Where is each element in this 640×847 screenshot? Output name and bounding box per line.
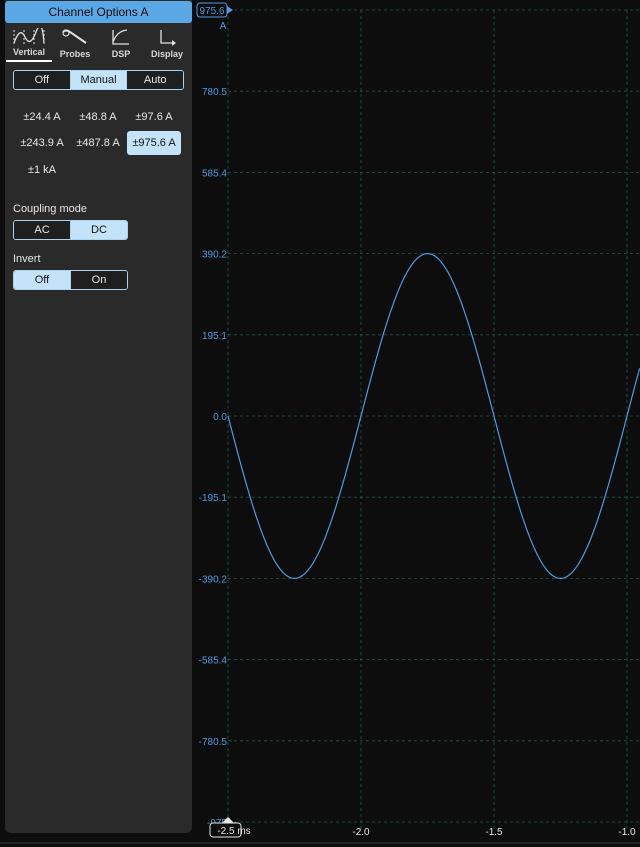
vertical-icon	[13, 28, 45, 44]
y-tick-label: -195.1	[199, 493, 228, 504]
y-tick-label: 195.1	[202, 331, 227, 342]
x-start-label: -2.5 ms	[217, 826, 250, 837]
y-tick-label: 390.2	[202, 250, 227, 261]
x-axis-labels: -2.0 -1.5 -1.0	[352, 827, 636, 838]
x-tick-label: -2.0	[352, 827, 370, 838]
x-tick-label: -1.5	[485, 827, 503, 838]
y-unit-label: A	[220, 21, 227, 32]
channel-options-panel: Channel Options A Vertical Probes DSP Di…	[5, 0, 192, 833]
range-mode-auto[interactable]: Auto	[126, 71, 183, 89]
coupling-mode-label: Coupling mode	[13, 203, 87, 215]
range-mode-manual[interactable]: Manual	[69, 71, 127, 89]
invert-on[interactable]: On	[70, 271, 127, 289]
range-option-selected[interactable]: ±975.6 A	[127, 131, 181, 155]
y-tick-label: -780.5	[199, 737, 228, 748]
range-option[interactable]: ±24.4 A	[15, 105, 69, 129]
tab-probes[interactable]: Probes	[52, 26, 98, 62]
invert-label: Invert	[13, 253, 41, 265]
range-option[interactable]: ±48.8 A	[71, 105, 125, 129]
tab-dsp-label: DSP	[111, 49, 131, 59]
panel-title[interactable]: Channel Options A	[5, 1, 192, 23]
tab-vertical-label: Vertical	[12, 47, 46, 57]
range-option[interactable]: ±1 kA	[15, 158, 69, 182]
tab-dsp[interactable]: DSP	[98, 26, 144, 62]
x-tick-label: -1.0	[618, 827, 636, 838]
y-tick-label: 780.5	[202, 87, 227, 98]
dsp-icon	[112, 29, 129, 45]
invert-selector: Off On	[13, 270, 128, 290]
coupling-ac[interactable]: AC	[14, 221, 70, 239]
y-axis-labels: 780.5 585.4 390.2 195.1 0.0 -195.1 -390.2 -585.…	[199, 87, 228, 829]
y-range-marker[interactable]: 975.6	[196, 2, 233, 18]
y-tick-label: 585.4	[202, 168, 227, 179]
coupling-dc[interactable]: DC	[70, 221, 127, 239]
tab-display[interactable]: Display	[144, 26, 190, 62]
range-option[interactable]: ±97.6 A	[127, 105, 181, 129]
range-mode-off[interactable]: Off	[14, 71, 70, 89]
plot-grid	[227, 9, 640, 830]
range-option[interactable]: ±487.8 A	[71, 131, 125, 155]
y-tick-label: 0.0	[213, 412, 227, 423]
y-tick-label: -585.4	[199, 656, 228, 667]
y-max-label: 975.6	[199, 6, 224, 17]
tab-display-label: Display	[150, 49, 183, 59]
display-icon	[160, 30, 176, 46]
tab-probes-label: Probes	[59, 49, 91, 59]
coupling-selector: AC DC	[13, 220, 128, 240]
invert-off[interactable]: Off	[14, 271, 70, 289]
probe-icon	[62, 29, 87, 44]
range-mode-selector: Off Manual Auto	[13, 70, 184, 90]
range-option[interactable]: ±243.9 A	[15, 131, 69, 155]
y-tick-label: -390.2	[199, 574, 228, 585]
panel-tabs: Vertical Probes DSP Display	[5, 26, 192, 62]
tab-vertical[interactable]: Vertical	[6, 26, 52, 62]
